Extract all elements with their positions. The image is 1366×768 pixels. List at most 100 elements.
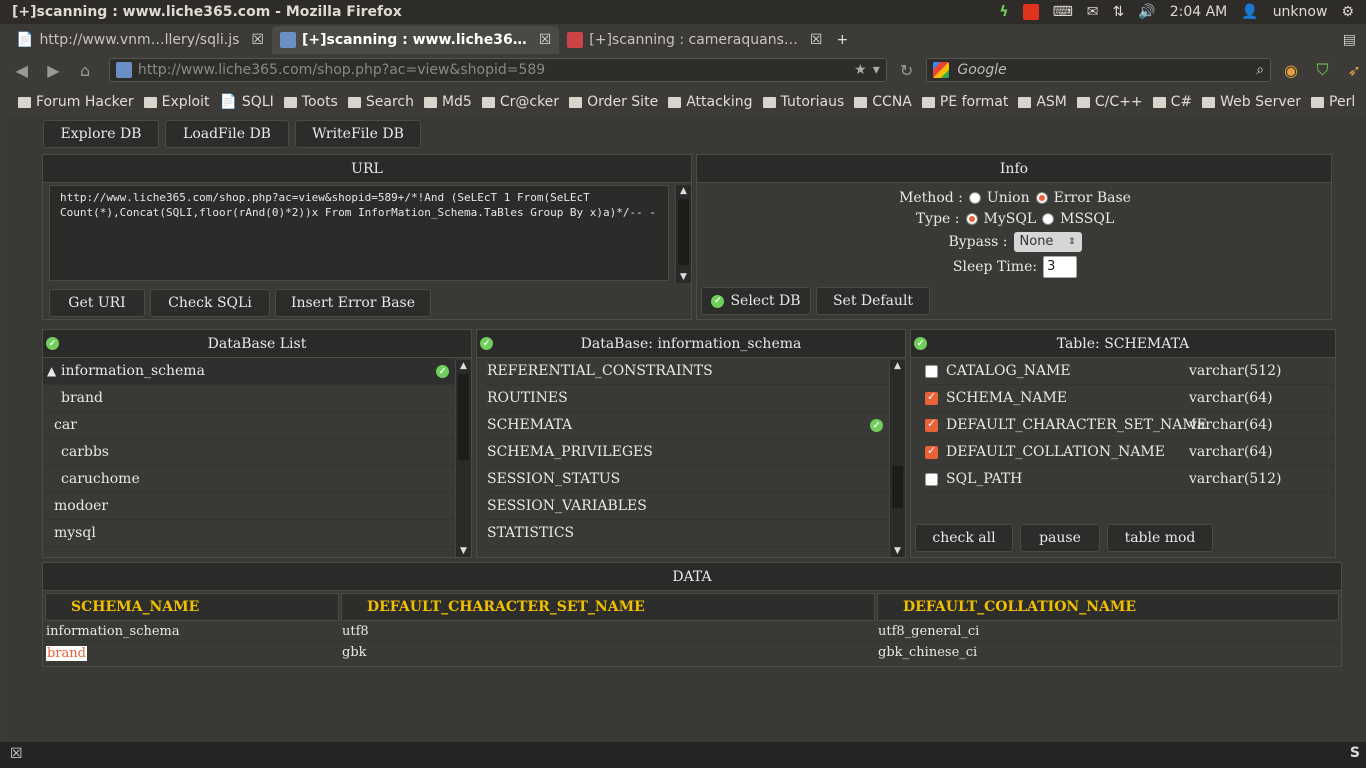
column-row[interactable]: CATALOG_NAME varchar(512) bbox=[925, 358, 1335, 385]
bookmark-ccna[interactable]: CCNA bbox=[854, 94, 912, 110]
bookmark-search[interactable]: Search bbox=[347, 94, 414, 110]
forward-arrow-icon[interactable]: ▶ bbox=[42, 58, 66, 82]
settings-gear-icon[interactable]: ⚙ bbox=[1341, 4, 1354, 20]
bookmark-asm[interactable]: ASM bbox=[1018, 94, 1067, 110]
user-name[interactable]: unknow bbox=[1273, 4, 1328, 20]
list-item[interactable]: ▲ information_schema ✓ bbox=[43, 358, 455, 385]
bookmark-exploit[interactable]: Exploit bbox=[143, 94, 209, 110]
addon-icon[interactable]: ◉ bbox=[1279, 58, 1303, 82]
scroll-thumb[interactable] bbox=[892, 466, 903, 508]
shield-icon[interactable]: ⛉ bbox=[1311, 58, 1335, 82]
tab-scanning-cameraquans[interactable]: [+]scanning : cameraquans… ☒ bbox=[559, 26, 830, 54]
search-box[interactable]: Google ⌕ bbox=[926, 58, 1272, 82]
list-item[interactable]: ROUTINES bbox=[487, 385, 889, 412]
table-header-cell[interactable]: DEFAULT_CHARACTER_SET_NAME bbox=[341, 593, 875, 621]
bookmark-forum-hacker[interactable]: Forum Hacker bbox=[18, 94, 134, 110]
column-checkbox[interactable] bbox=[925, 417, 938, 432]
bypass-select[interactable]: None ⇕ bbox=[1013, 231, 1082, 252]
writefile-db-button[interactable]: WriteFile DB bbox=[295, 120, 421, 148]
scroll-up-icon[interactable]: ▲ bbox=[890, 360, 905, 372]
list-item[interactable]: brand bbox=[43, 385, 455, 412]
bookmark-web-server[interactable]: Web Server bbox=[1202, 94, 1301, 110]
list-item[interactable]: SESSION_VARIABLES bbox=[487, 493, 889, 520]
volume-icon[interactable]: 🔊 bbox=[1138, 4, 1155, 20]
bookmark-perl[interactable]: Perl bbox=[1311, 94, 1355, 110]
table-header-cell[interactable]: SCHEMA_NAME bbox=[45, 593, 339, 621]
close-tab-icon[interactable]: ☒ bbox=[539, 32, 552, 48]
bookmark-pe-format[interactable]: PE format bbox=[921, 94, 1008, 110]
get-uri-button[interactable]: Get URI bbox=[49, 289, 145, 317]
bookmark-tutoriaus[interactable]: Tutoriaus bbox=[762, 94, 844, 110]
list-item[interactable]: SESSION_STATUS bbox=[487, 466, 889, 493]
column-row[interactable]: SQL_PATH varchar(512) bbox=[925, 466, 1335, 493]
keyboard-icon[interactable]: ⌨ bbox=[1053, 4, 1073, 20]
dropdown-arrow-icon[interactable]: ▾ bbox=[873, 62, 880, 78]
back-arrow-icon[interactable]: ◀ bbox=[10, 58, 34, 82]
column-checkbox[interactable] bbox=[925, 472, 938, 486]
bookmark-cracker[interactable]: Cr@cker bbox=[481, 94, 559, 110]
list-item[interactable]: SCHEMA_PRIVILEGES bbox=[487, 439, 889, 466]
home-icon[interactable]: ⌂ bbox=[73, 58, 97, 82]
mail-icon[interactable]: ✉ bbox=[1087, 4, 1099, 20]
list-item[interactable]: STATISTICS bbox=[487, 520, 889, 547]
clock[interactable]: 2:04 AM bbox=[1170, 4, 1228, 20]
extension-icon[interactable]: ➶ bbox=[1342, 58, 1366, 82]
mssql-radio[interactable] bbox=[1042, 212, 1055, 225]
new-tab-plus-icon[interactable]: + bbox=[830, 32, 854, 54]
list-item[interactable]: carbbs bbox=[43, 439, 455, 466]
insert-error-base-button[interactable]: Insert Error Base bbox=[275, 289, 431, 317]
addon-bar-icon[interactable]: S bbox=[1350, 745, 1360, 761]
injection-url-textarea[interactable]: http://www.liche365.com/shop.php?ac=view… bbox=[49, 185, 669, 281]
address-bar[interactable]: http://www.liche365.com/shop.php?ac=view… bbox=[108, 58, 887, 82]
list-item[interactable]: mysql bbox=[43, 520, 455, 547]
bookmark-csharp[interactable]: C# bbox=[1152, 94, 1192, 110]
tab-scanning-liche365[interactable]: [+]scanning : www.liche36… ☒ bbox=[271, 26, 560, 54]
url-text[interactable]: http://www.liche365.com/shop.php?ac=view… bbox=[138, 62, 545, 78]
column-row[interactable]: DEFAULT_CHARACTER_SET_NAMEvarchar(64) bbox=[925, 412, 1335, 439]
sleep-time-input[interactable]: 3 bbox=[1043, 255, 1078, 278]
scroll-down-icon[interactable]: ▼ bbox=[676, 271, 691, 283]
column-checkbox[interactable] bbox=[925, 364, 938, 378]
scroll-down-icon[interactable]: ▼ bbox=[456, 545, 471, 557]
tab-sqli-js[interactable]: 📄 http://www.vnm…llery/sqli.js ☒ bbox=[8, 26, 272, 54]
bookmark-star-icon[interactable]: ★ bbox=[854, 62, 867, 78]
column-row[interactable]: DEFAULT_COLLATION_NAME varchar(64) bbox=[925, 439, 1335, 466]
database-list-scrollbar[interactable]: ▲ ▼ bbox=[455, 360, 471, 557]
table-mod-button[interactable]: table mod bbox=[1107, 524, 1213, 552]
table-row[interactable]: brand gbk gbk_chinese_ci bbox=[43, 642, 1341, 663]
record-stop-icon[interactable] bbox=[1022, 4, 1039, 20]
network-icon[interactable]: ⇅ bbox=[1113, 4, 1125, 20]
mysql-radio[interactable] bbox=[965, 212, 978, 225]
close-findbar-icon[interactable]: ☒ bbox=[10, 746, 23, 762]
column-checkbox[interactable] bbox=[925, 390, 938, 405]
reload-icon[interactable]: ↻ bbox=[895, 58, 919, 82]
column-checkbox[interactable] bbox=[925, 444, 938, 459]
union-radio[interactable] bbox=[968, 191, 981, 204]
bookmark-order-site[interactable]: Order Site bbox=[569, 94, 658, 110]
database-tables-scrollbar[interactable]: ▲ ▼ bbox=[889, 360, 905, 557]
check-sqli-button[interactable]: Check SQLi bbox=[150, 289, 270, 317]
table-header-cell[interactable]: DEFAULT_COLLATION_NAME bbox=[877, 593, 1339, 621]
bookmark-attacking[interactable]: Attacking bbox=[668, 94, 753, 110]
bookmark-toots[interactable]: Toots bbox=[283, 94, 338, 110]
bookmark-sqli[interactable]: 📄 SQLI bbox=[219, 94, 273, 110]
bolt-icon[interactable]: ϟ bbox=[999, 4, 1008, 20]
close-tab-icon[interactable]: ☒ bbox=[810, 32, 823, 48]
scroll-thumb[interactable] bbox=[458, 374, 469, 460]
scroll-up-icon[interactable]: ▲ bbox=[676, 185, 691, 197]
search-icon[interactable]: ⌕ bbox=[1256, 62, 1264, 78]
set-default-button[interactable]: Set Default bbox=[816, 287, 930, 315]
pause-button[interactable]: pause bbox=[1020, 524, 1100, 552]
list-item[interactable]: modoer bbox=[43, 493, 455, 520]
scroll-up-icon[interactable]: ▲ bbox=[456, 360, 471, 372]
list-item[interactable]: SCHEMATA ✓ bbox=[487, 412, 889, 439]
close-tab-icon[interactable]: ☒ bbox=[251, 32, 264, 48]
scroll-down-icon[interactable]: ▼ bbox=[890, 545, 905, 557]
table-row[interactable]: information_schema utf8 utf8_general_ci bbox=[43, 621, 1341, 642]
loadfile-db-button[interactable]: LoadFile DB bbox=[165, 120, 289, 148]
check-all-button[interactable]: check all bbox=[915, 524, 1013, 552]
bookmark-c-cpp[interactable]: C/C++ bbox=[1076, 94, 1143, 110]
scroll-thumb[interactable] bbox=[678, 199, 689, 265]
list-item[interactable]: caruchome bbox=[43, 466, 455, 493]
column-row[interactable]: SCHEMA_NAME varchar(64) bbox=[925, 385, 1335, 412]
